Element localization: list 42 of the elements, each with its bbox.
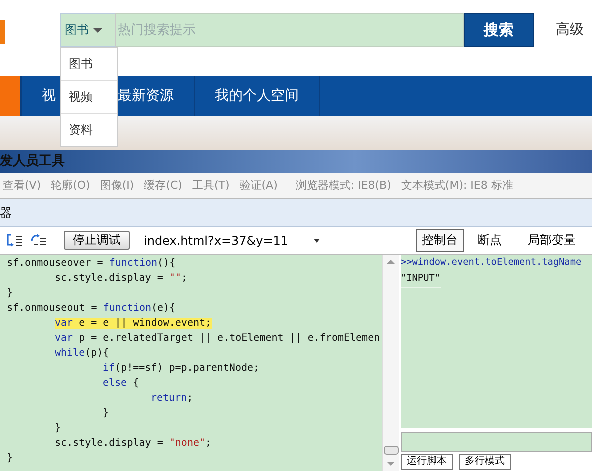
code-line: if(p!==sf) p=p.parentNode; — [103, 363, 260, 374]
nav-home-tab[interactable] — [0, 76, 22, 116]
caret-icon — [93, 28, 103, 32]
console-button[interactable]: 运行脚本 — [401, 454, 453, 470]
search-field[interactable]: 热门搜索提示 — [116, 13, 464, 47]
stop-debugging-button[interactable]: 停止调试 — [64, 231, 130, 250]
caret-icon — [314, 238, 320, 242]
console-line: "INPUT" — [401, 271, 441, 288]
console-input-field[interactable] — [401, 432, 592, 452]
code-line: sf.onmouseout = function(e){ — [7, 303, 176, 314]
window-title: 发人员工具 — [0, 150, 592, 173]
code-line: sf.onmouseover = function(){ — [7, 258, 176, 269]
logo-icon — [0, 20, 5, 44]
scroll-thumb[interactable] — [384, 446, 399, 455]
code-line: return; — [151, 393, 194, 404]
advanced-search-link[interactable]: 高级 — [556, 21, 584, 39]
code-line: var p = e.relatedTarget || e.toElement || e.fromElemen — [55, 333, 380, 344]
code-line: } — [7, 288, 14, 299]
tab[interactable]: 局部变量 — [522, 229, 582, 252]
tab[interactable]: 控制台 — [416, 229, 464, 252]
search-button[interactable]: 搜索 — [464, 13, 534, 47]
code-line: while(p){ — [55, 348, 110, 359]
tab[interactable]: 断点 — [472, 229, 508, 252]
code-line: } — [7, 453, 14, 464]
console-button[interactable]: 多行模式 — [459, 454, 511, 470]
menu-item[interactable]: 视频 — [61, 81, 117, 114]
scroll-down-icon[interactable] — [387, 462, 395, 466]
scroll-up-icon[interactable] — [387, 260, 395, 264]
step-over-icon[interactable] — [30, 232, 48, 248]
code-line: else { — [103, 378, 140, 389]
step-into-icon[interactable] — [6, 232, 24, 248]
code-line: sc.style.display = ""; — [55, 273, 188, 284]
script-dropdown[interactable]: index.html?x=37&y=11 — [144, 234, 320, 248]
code-line: } — [55, 423, 62, 434]
tab[interactable]: 器 — [0, 205, 12, 226]
console-line: >>window.event.toElement.tagName — [401, 256, 582, 270]
code-line: } — [103, 408, 110, 419]
category-dropdown[interactable]: 图书 — [60, 13, 116, 47]
menu-item[interactable]: 资料 — [61, 114, 117, 146]
menu-item[interactable]: 图书 — [61, 48, 117, 81]
code-line: sc.style.display = "none"; — [55, 438, 212, 449]
scrollbar[interactable] — [382, 255, 399, 471]
